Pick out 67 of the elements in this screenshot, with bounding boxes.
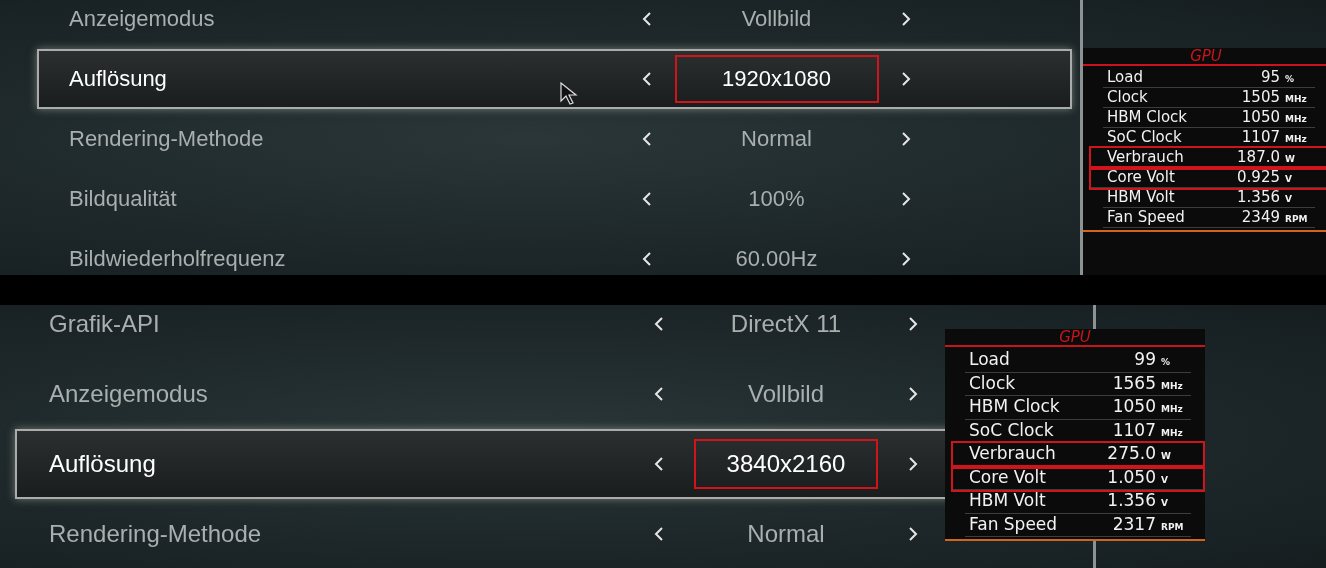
setting-value: Normal — [746, 519, 826, 549]
stat-unit: RPM — [1161, 521, 1185, 532]
setting-value: 60.00Hz — [734, 245, 819, 273]
stat-label: Load — [969, 349, 1011, 369]
stat-label: Load — [1107, 68, 1144, 86]
stat-label: Core Volt — [1107, 168, 1176, 186]
stat-value: 187.0 — [1237, 148, 1280, 166]
stat-label: HBM Clock — [1107, 108, 1189, 126]
stat-label: Fan Speed — [1107, 208, 1186, 226]
stat-value: 275.0 — [1107, 443, 1156, 463]
stat-value: 1505 — [1241, 88, 1280, 106]
stat-unit: V — [1161, 498, 1169, 508]
stat-unit: % — [1285, 74, 1296, 84]
stat-unit: MHz — [1161, 380, 1184, 391]
setting-label: Anzeigemodus — [68, 6, 216, 32]
stat-label: Clock — [969, 372, 1017, 393]
selected-row-highlight[interactable]: Auflösung 1920x1080 — [37, 49, 1072, 109]
stat-value: 1.050 — [1107, 466, 1156, 487]
setting-value: Normal — [740, 125, 813, 153]
setting-value: 1920x1080 — [674, 55, 879, 103]
stat-value: 1.356 — [1237, 188, 1280, 206]
stat-value: 2317 — [1112, 513, 1156, 534]
stat-unit: % — [1161, 357, 1172, 367]
stat-value: 1107 — [1241, 128, 1280, 146]
stat-unit: MHz — [1161, 427, 1184, 438]
stat-value: 2349 — [1241, 208, 1280, 226]
setting-value: DirectX 11 — [729, 309, 843, 339]
stat-label: Verbrauch — [1107, 148, 1185, 166]
setting-value: 100% — [747, 185, 806, 213]
setting-value: Vollbild — [740, 5, 813, 33]
scrollbar[interactable] — [1080, 0, 1083, 275]
setting-label: Auflösung — [68, 66, 168, 92]
stat-value: 95 — [1260, 68, 1280, 86]
stat-label: HBM Clock — [969, 396, 1061, 416]
setting-value: Vollbild — [746, 379, 826, 409]
stat-label: HBM Volt — [1107, 188, 1176, 206]
stat-value: 99 — [1134, 349, 1156, 369]
stat-unit: V — [1285, 194, 1293, 204]
stat-label: Clock — [1107, 88, 1149, 106]
stat-unit: W — [1285, 154, 1296, 164]
stat-unit: MHz — [1285, 114, 1308, 124]
stat-value: 1565 — [1112, 372, 1156, 393]
stat-unit: V — [1161, 474, 1169, 485]
setting-label: Rendering-Methode — [48, 520, 263, 548]
stat-label: SoC Clock — [1107, 128, 1183, 146]
stat-unit: MHz — [1285, 94, 1308, 104]
stat-label: Verbrauch — [969, 443, 1057, 463]
stat-value: 1107 — [1112, 419, 1156, 440]
stat-unit: RPM — [1285, 214, 1309, 224]
stat-label: Core Volt — [969, 466, 1047, 487]
stat-unit: W — [1161, 451, 1172, 461]
setting-value: 3840x2160 — [694, 439, 878, 489]
stat-unit: V — [1285, 174, 1293, 184]
stat-value: 0.925 — [1237, 168, 1280, 186]
stat-value: 1050 — [1241, 108, 1280, 126]
setting-label: Grafik-API — [48, 310, 161, 338]
stat-unit: MHz — [1161, 404, 1184, 414]
mouse-cursor-icon — [560, 82, 578, 106]
setting-label: Rendering-Methode — [68, 126, 265, 152]
stat-value: 1.356 — [1107, 490, 1156, 510]
setting-label: Bildwiederholfrequenz — [68, 246, 287, 272]
setting-label: Auflösung — [48, 450, 157, 478]
stat-unit: MHz — [1285, 134, 1308, 144]
stat-label: Fan Speed — [969, 513, 1059, 534]
setting-label: Bildqualität — [68, 186, 178, 212]
setting-label: Anzeigemodus — [48, 380, 209, 408]
stat-value: 1050 — [1112, 396, 1156, 416]
